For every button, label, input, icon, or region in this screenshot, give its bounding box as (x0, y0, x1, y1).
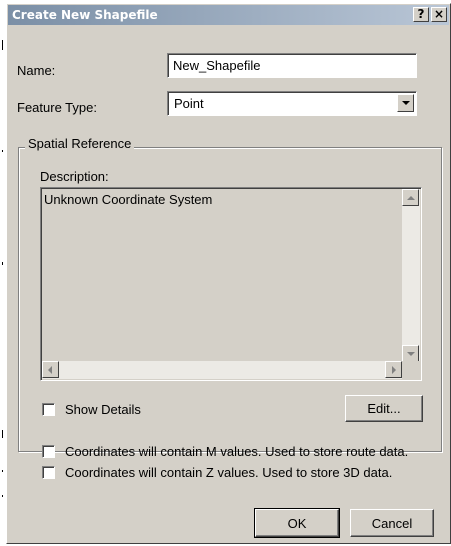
feature-type-value: Point (174, 96, 204, 111)
create-new-shapefile-dialog: Create New Shapefile ? × Name: Feature T… (6, 3, 451, 544)
feature-type-dropdown-button[interactable] (397, 94, 414, 112)
z-values-checkbox[interactable] (42, 466, 55, 479)
vertical-scrollbar[interactable] (402, 189, 420, 362)
arrow-up-icon (407, 196, 415, 200)
scrollbar-corner (402, 361, 420, 379)
scroll-down-button[interactable] (402, 345, 419, 362)
ok-button[interactable]: OK (254, 508, 340, 538)
name-input[interactable] (167, 53, 417, 78)
horizontal-scrollbar[interactable] (42, 361, 402, 379)
arrow-right-icon (392, 366, 396, 374)
dialog-title: Create New Shapefile (12, 8, 158, 22)
feature-type-label: Feature Type: (17, 100, 97, 115)
description-label: Description: (40, 169, 109, 184)
arrow-down-icon (407, 352, 415, 356)
close-icon: × (433, 7, 445, 21)
title-bar[interactable]: Create New Shapefile ? × (8, 5, 449, 25)
show-details-checkbox[interactable] (42, 403, 55, 416)
edit-button[interactable]: Edit... (345, 395, 423, 422)
arrow-left-icon (48, 366, 52, 374)
description-text: Unknown Coordinate System (44, 192, 213, 207)
chevron-down-icon (402, 101, 410, 105)
help-button[interactable]: ? (413, 7, 429, 22)
name-label: Name: (17, 63, 56, 78)
description-box: Unknown Coordinate System (40, 187, 422, 381)
show-details-label: Show Details (65, 402, 141, 417)
close-button[interactable]: × (431, 7, 447, 22)
scroll-left-button[interactable] (42, 361, 59, 378)
spatial-reference-title: Spatial Reference (25, 136, 135, 151)
m-values-checkbox[interactable] (42, 445, 55, 458)
m-values-label: Coordinates will contain M values. Used … (65, 444, 409, 459)
z-values-label: Coordinates will contain Z values. Used … (65, 465, 393, 480)
help-icon: ? (417, 7, 425, 21)
scroll-up-button[interactable] (402, 189, 419, 206)
feature-type-select[interactable]: Point (167, 91, 417, 116)
scroll-right-button[interactable] (385, 361, 402, 378)
cancel-button[interactable]: Cancel (350, 509, 434, 537)
